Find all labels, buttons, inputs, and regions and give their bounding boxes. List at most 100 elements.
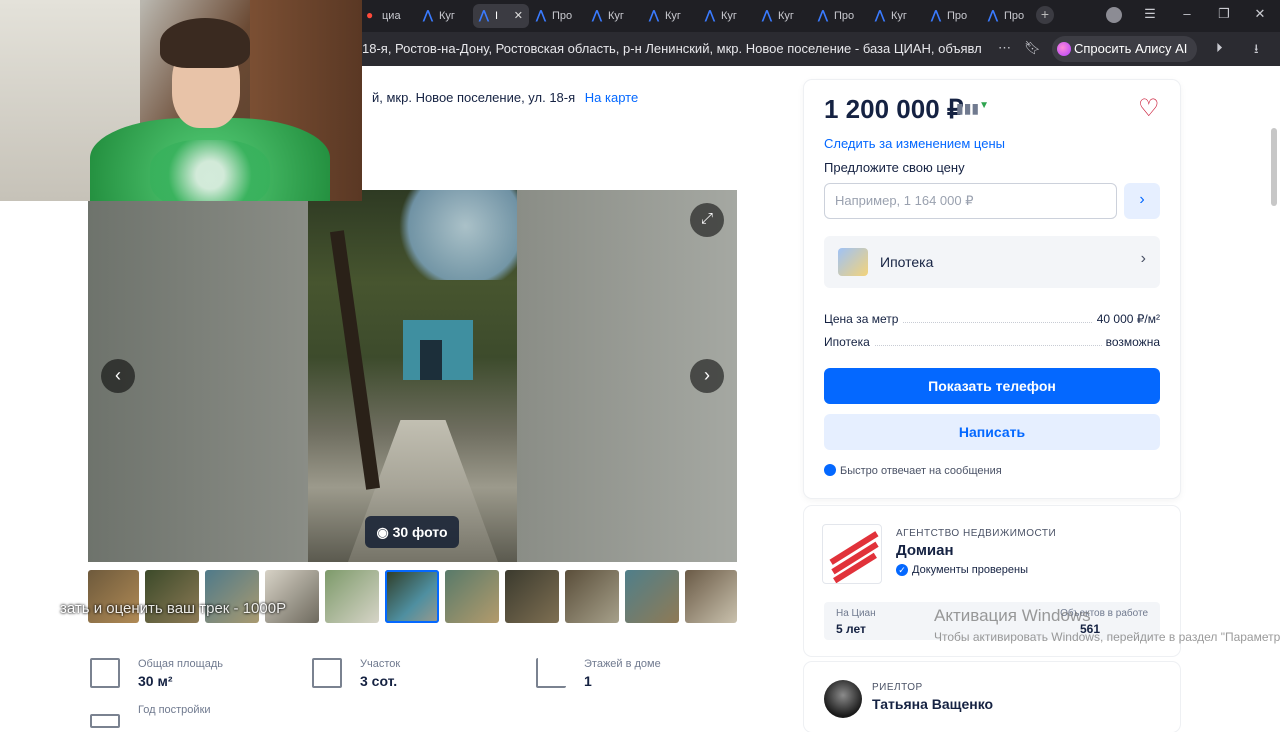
webcam-overlay — [0, 0, 362, 201]
watermark-subtitle: Чтобы активировать Windows, перейдите в … — [934, 630, 1280, 644]
tab-label: Про — [552, 10, 573, 22]
tab[interactable]: ● циа — [360, 4, 412, 28]
download-icon[interactable]: ⭳ — [1254, 40, 1259, 62]
realtor-kind: РИЕЛТОР — [872, 682, 923, 693]
clock-icon — [824, 464, 836, 476]
tab-label: Куг — [608, 10, 624, 22]
row-value: 40 000 ₽/м² — [1092, 312, 1160, 326]
mortgage-button[interactable]: Ипотека › — [824, 236, 1160, 288]
thumbnail-selected[interactable] — [385, 570, 439, 623]
photo-gallery[interactable]: ⤢ ‹ › ◉ 30 фото — [88, 190, 737, 562]
media-icon[interactable]: ⏵ — [1216, 40, 1223, 56]
cian-favicon-icon: ⋀ — [988, 8, 998, 22]
tab-label: Куг — [439, 10, 455, 22]
documents-verified: ✓ Документы проверены — [896, 564, 1028, 576]
fast-reply-text: Быстро отвечает на сообщения — [840, 465, 1002, 477]
url-field[interactable]: 18-я, Ростов-на-Дону, Ростовская область… — [362, 41, 982, 56]
land-plot-icon — [312, 658, 342, 688]
avatar — [824, 680, 862, 718]
price-card: 1 200 000 ₽ ▮▮▮▼ ♡ Следить за изменением… — [804, 80, 1180, 498]
tab[interactable]: ⋀ Куг — [643, 4, 695, 28]
address-text: й, мкр. Новое поселение, ул. 18-я — [372, 90, 576, 105]
agency-logo[interactable] — [822, 524, 882, 584]
tab-label: Куг — [721, 10, 737, 22]
realtor-name[interactable]: Татьяна Ващенко — [872, 696, 993, 712]
tab[interactable]: ⋀ Про — [812, 4, 864, 28]
scrollbar-thumb[interactable] — [1271, 128, 1277, 206]
feature-value: 1 — [584, 673, 592, 689]
write-message-button[interactable]: Написать — [824, 414, 1160, 450]
listing-address: й, мкр. Новое поселение, ул. 18-я На кар… — [372, 90, 638, 105]
agency-name[interactable]: Домиан — [896, 542, 954, 559]
on-cian-value: 5 лет — [836, 622, 866, 636]
follow-price-link[interactable]: Следить за изменением цены — [824, 136, 1005, 151]
feature-label: Общая площадь — [138, 658, 223, 670]
feature-label: Этажей в доме — [584, 658, 661, 670]
row-label: Ипотека — [824, 335, 874, 349]
camera-icon: ◉ — [376, 524, 389, 540]
fullscreen-icon[interactable]: ⤢ — [690, 203, 724, 237]
new-tab-button[interactable]: + — [1036, 6, 1054, 24]
thumbnail[interactable] — [445, 570, 499, 623]
map-link[interactable]: На карте — [585, 90, 638, 105]
show-phone-button[interactable]: Показать телефон — [824, 368, 1160, 404]
tab-label: Про — [834, 10, 855, 22]
thumbnail[interactable] — [685, 570, 737, 623]
cian-favicon-icon: ⋀ — [818, 8, 828, 22]
menu-icon[interactable]: ☰ — [1140, 6, 1160, 22]
close-window-icon[interactable]: ✕ — [1250, 6, 1270, 22]
profile-icon[interactable] — [1106, 7, 1122, 23]
favorite-heart-icon[interactable]: ♡ — [1138, 94, 1160, 123]
tab[interactable]: ⋀ Куг — [699, 4, 751, 28]
tab[interactable]: ⋀ Куг — [417, 4, 469, 28]
tab[interactable]: ⋀ Куг — [586, 4, 638, 28]
verified-check-icon: ✓ — [896, 564, 908, 576]
close-tab-icon[interactable]: ✕ — [514, 4, 523, 28]
tab[interactable]: ⋀ Куг — [756, 4, 808, 28]
row-label: Цена за метр — [824, 312, 903, 326]
yandex-favicon-icon: ● — [366, 8, 374, 22]
cian-favicon-icon: ⋀ — [931, 8, 941, 22]
prev-photo-button[interactable]: ‹ — [101, 359, 135, 393]
thumbnail[interactable] — [565, 570, 619, 623]
thumbnail[interactable] — [505, 570, 559, 623]
tab[interactable]: ⋀ Про — [530, 4, 582, 28]
tab[interactable]: ⋀ Про — [982, 4, 1034, 28]
offer-price-input[interactable]: Например, 1 164 000 ₽ — [824, 183, 1117, 219]
chevron-right-icon: › — [1140, 250, 1146, 267]
floors-icon — [536, 658, 566, 688]
minimize-icon[interactable]: – — [1177, 6, 1197, 21]
cian-favicon-icon: ⋀ — [423, 8, 433, 22]
price-history-icon[interactable]: ▮▮▮▼ — [956, 100, 989, 117]
tab-active[interactable]: ⋀ I ✕ — [473, 4, 529, 28]
cian-favicon-icon: ⋀ — [479, 8, 489, 22]
photo-count-button[interactable]: ◉ 30 фото — [365, 516, 459, 548]
tab[interactable]: ⋀ Про — [925, 4, 977, 28]
tab-label: Куг — [891, 10, 907, 22]
video-overlay-caption: зать и оценить ваш трек - 1000Р — [60, 600, 287, 617]
photo-tree — [329, 230, 381, 490]
feature-value: 30 м² — [138, 673, 173, 689]
offer-price-label: Предложите свою цену — [824, 160, 965, 175]
tab-label: Про — [1004, 10, 1025, 22]
restore-icon[interactable]: ❐ — [1214, 6, 1234, 22]
agency-kind: АГЕНТСТВО НЕДВИЖИМОСТИ — [896, 528, 1057, 539]
photo-sky — [388, 190, 517, 280]
bookmark-icon[interactable]: 🔖︎ — [1024, 40, 1041, 56]
feature-label: Участок — [360, 658, 401, 670]
more-icon[interactable]: ⋯ — [998, 40, 1011, 56]
thumbnail[interactable] — [625, 570, 679, 623]
cian-favicon-icon: ⋀ — [592, 8, 602, 22]
tab[interactable]: ⋀ Куг — [869, 4, 921, 28]
thumbnail[interactable] — [325, 570, 379, 623]
submit-offer-button[interactable]: › — [1124, 183, 1160, 219]
next-photo-button[interactable]: › — [690, 359, 724, 393]
tab-label: Куг — [665, 10, 681, 22]
features-row: Общая площадь 30 м² Участок 3 сот. Этаже… — [88, 654, 737, 728]
realtor-card[interactable]: РИЕЛТОР Татьяна Ващенко — [804, 662, 1180, 732]
main-photo[interactable] — [308, 190, 517, 562]
alice-button[interactable]: Спросить Алису AI — [1052, 36, 1198, 62]
row-value: возможна — [1101, 335, 1160, 349]
webcam-person-hair — [160, 18, 250, 68]
mortgage-label: Ипотека — [880, 254, 934, 270]
